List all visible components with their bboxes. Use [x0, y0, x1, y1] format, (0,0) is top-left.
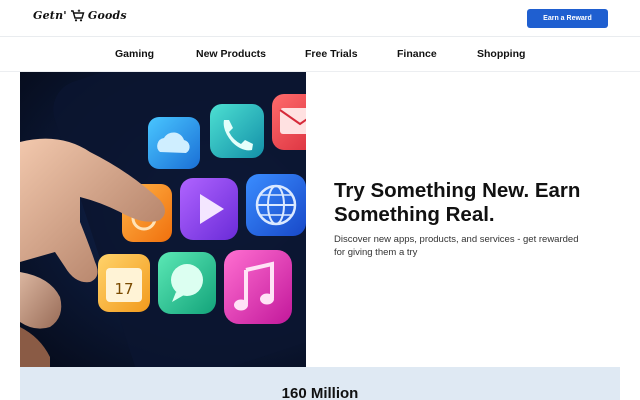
- stat-headline: 160 Million: [281, 385, 359, 400]
- play-icon: [180, 178, 238, 240]
- main-nav: Gaming New Products Free Trials Finance …: [0, 37, 640, 72]
- globe-icon: [246, 174, 306, 236]
- calendar-icon: 17: [98, 254, 150, 312]
- phone-icon: [210, 104, 264, 158]
- nav-item-gaming[interactable]: Gaming: [115, 48, 154, 60]
- logo-text-primary: Getn': [33, 9, 67, 22]
- cloud-icon: [148, 117, 200, 169]
- hero-image: 17: [20, 72, 306, 367]
- nav-item-free-trials[interactable]: Free Trials: [305, 48, 358, 60]
- logo-text-secondary: Goods: [87, 9, 127, 22]
- hero-illustration: 17: [20, 72, 306, 367]
- calendar-date: 17: [114, 280, 133, 298]
- nav-item-new-products[interactable]: New Products: [196, 48, 266, 60]
- nav-item-finance[interactable]: Finance: [397, 48, 437, 60]
- hero-subtitle: Discover new apps, products, and service…: [334, 234, 579, 258]
- earn-reward-button[interactable]: Earn a Reward: [527, 9, 608, 28]
- site-header: Getn' Goods Earn a Reward: [0, 0, 640, 37]
- music-icon: [224, 250, 292, 324]
- mail-icon: [272, 94, 306, 150]
- chat-icon: [158, 252, 216, 314]
- logo[interactable]: Getn' Goods: [33, 9, 127, 22]
- nav-item-shopping[interactable]: Shopping: [477, 48, 525, 60]
- stats-band: 160 Million: [20, 367, 620, 400]
- hero-title: Try Something New. Earn Something Real.: [334, 179, 581, 226]
- shopping-cart-icon: [70, 9, 85, 22]
